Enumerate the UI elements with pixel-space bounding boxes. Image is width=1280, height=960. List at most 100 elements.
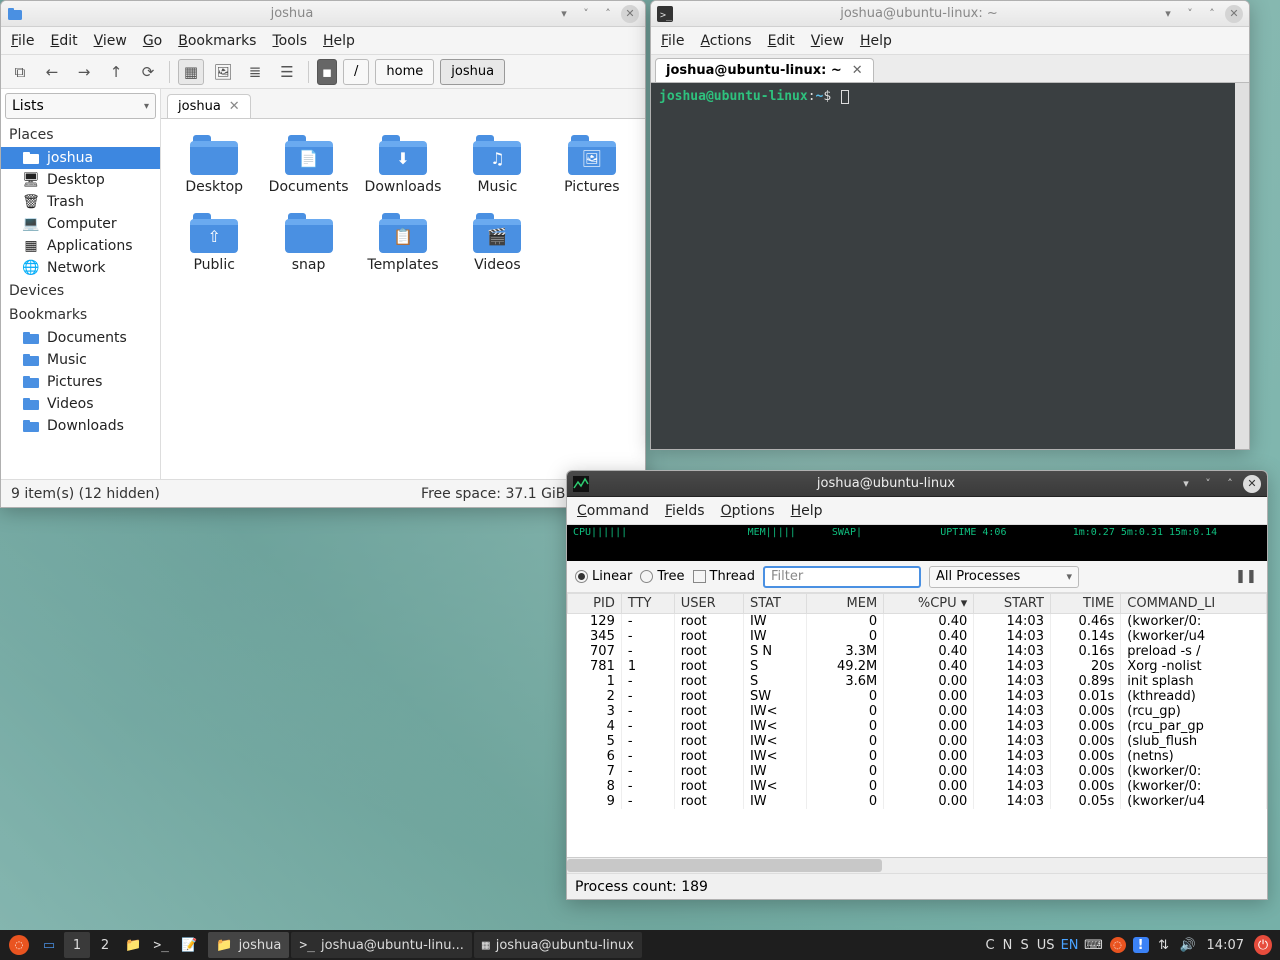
- menu-go[interactable]: Go: [143, 33, 162, 49]
- maximize-button[interactable]: ˄: [1221, 475, 1239, 493]
- sidebar-bookmark-downloads[interactable]: Downloads: [1, 415, 160, 437]
- table-row[interactable]: 2-rootSW00.0014:030.01s(kthreadd): [568, 689, 1267, 704]
- table-row[interactable]: 5-rootIW<00.0014:030.00s(slub_flush: [568, 734, 1267, 749]
- network-icon[interactable]: ⇅: [1155, 936, 1173, 954]
- folder-downloads[interactable]: ⬇Downloads: [360, 135, 446, 195]
- minimize-button[interactable]: ˅: [1181, 5, 1199, 23]
- show-desktop-button[interactable]: ▭: [36, 932, 62, 958]
- workspace-2[interactable]: 2: [92, 932, 118, 958]
- menu-bookmarks[interactable]: Bookmarks: [178, 33, 256, 49]
- col-mem[interactable]: MEM: [807, 594, 884, 614]
- view-linear-radio[interactable]: Linear: [575, 569, 632, 584]
- table-row[interactable]: 1-rootS3.6M0.0014:030.89sinit splash: [568, 674, 1267, 689]
- sidebar-mode-dropdown[interactable]: Lists▾: [5, 93, 156, 119]
- close-icon[interactable]: ✕: [852, 63, 863, 78]
- table-row[interactable]: 7811rootS49.2M0.4014:0320sXorg -nolist: [568, 659, 1267, 674]
- col-stat[interactable]: STAT: [743, 594, 807, 614]
- folder-templates[interactable]: 📋Templates: [360, 213, 446, 273]
- minimize-button[interactable]: ˅: [577, 5, 595, 23]
- launcher-editor[interactable]: 📝: [176, 932, 202, 958]
- menu-file[interactable]: File: [661, 33, 684, 49]
- keyboard-icon[interactable]: ⌨: [1085, 936, 1103, 954]
- view-thread-check[interactable]: Thread: [693, 569, 755, 584]
- maximize-button[interactable]: ˄: [599, 5, 617, 23]
- terminal-body[interactable]: joshua@ubuntu-linux:~$: [651, 83, 1249, 449]
- sidebar-item-desktop[interactable]: 🖥Desktop: [1, 169, 160, 191]
- forward-button[interactable]: →: [71, 59, 97, 85]
- process-table[interactable]: PIDTTYUSERSTATMEM%CPU ▾STARTTIMECOMMAND_…: [567, 593, 1267, 857]
- launcher-terminal[interactable]: >_: [148, 932, 174, 958]
- term-tab[interactable]: joshua@ubuntu-linux: ~ ✕: [655, 58, 874, 82]
- table-row[interactable]: 6-rootIW<00.0014:030.00s(netns): [568, 749, 1267, 764]
- menu-view[interactable]: View: [94, 33, 127, 49]
- table-row[interactable]: 3-rootIW<00.0014:030.00s(rcu_gp): [568, 704, 1267, 719]
- volume-icon[interactable]: 🔊: [1179, 936, 1197, 954]
- term-titlebar[interactable]: >_ joshua@ubuntu-linux: ~ ▾ ˅ ˄ ✕: [651, 1, 1249, 27]
- menu-command[interactable]: Command: [577, 503, 649, 519]
- sidebar-item-joshua[interactable]: joshua: [1, 147, 160, 169]
- shade-button[interactable]: ▾: [555, 5, 573, 23]
- close-icon[interactable]: ✕: [229, 99, 240, 114]
- notification-icon[interactable]: !: [1133, 937, 1149, 953]
- menu-tools[interactable]: Tools: [272, 33, 307, 49]
- fm-titlebar[interactable]: joshua ▾ ˅ ˄ ✕: [1, 1, 645, 27]
- path-current[interactable]: joshua: [440, 59, 505, 85]
- reload-button[interactable]: ⟳: [135, 59, 161, 85]
- launcher-files[interactable]: 📁: [120, 932, 146, 958]
- proc-titlebar[interactable]: joshua@ubuntu-linux ▾ ˅ ˄ ✕: [567, 471, 1267, 497]
- h-scrollbar[interactable]: [567, 857, 1267, 873]
- sidebar-bookmark-videos[interactable]: Videos: [1, 393, 160, 415]
- table-row[interactable]: 9-rootIW00.0014:030.05s(kworker/u4: [568, 794, 1267, 809]
- workspace-1[interactable]: 1: [64, 932, 90, 958]
- folder-music[interactable]: ♫Music: [454, 135, 540, 195]
- update-icon[interactable]: ◌: [1109, 936, 1127, 954]
- sidebar-bookmark-pictures[interactable]: Pictures: [1, 371, 160, 393]
- folder-documents[interactable]: 📄Documents: [265, 135, 351, 195]
- pause-button[interactable]: ❚❚: [1233, 564, 1259, 590]
- fm-icon-view[interactable]: Desktop📄Documents⬇Downloads♫Music🖼Pictur…: [161, 119, 645, 479]
- start-button[interactable]: ◌: [4, 932, 34, 958]
- table-row[interactable]: 7-rootIW00.0014:030.00s(kworker/0:: [568, 764, 1267, 779]
- col-cpu[interactable]: %CPU ▾: [884, 594, 974, 614]
- col-tty[interactable]: TTY: [621, 594, 674, 614]
- process-filter-combo[interactable]: All Processes: [929, 566, 1079, 588]
- menu-help[interactable]: Help: [860, 33, 892, 49]
- table-row[interactable]: 345-rootIW00.4014:030.14s(kworker/u4: [568, 629, 1267, 644]
- menu-actions[interactable]: Actions: [700, 33, 751, 49]
- table-row[interactable]: 8-rootIW<00.0014:030.00s(kworker/0:: [568, 779, 1267, 794]
- new-tab-button[interactable]: ⧉: [7, 59, 33, 85]
- scrollbar[interactable]: [1235, 83, 1249, 449]
- folder-pictures[interactable]: 🖼Pictures: [549, 135, 635, 195]
- table-row[interactable]: 4-rootIW<00.0014:030.00s(rcu_par_gp: [568, 719, 1267, 734]
- menu-help[interactable]: Help: [791, 503, 823, 519]
- list-view-button[interactable]: ☰: [274, 59, 300, 85]
- path-home[interactable]: home: [375, 59, 434, 85]
- sidebar-item-applications[interactable]: ▦Applications: [1, 235, 160, 257]
- path-root[interactable]: /: [343, 59, 369, 85]
- task-folder[interactable]: 📁joshua: [208, 932, 289, 958]
- sidebar-bookmark-music[interactable]: Music: [1, 349, 160, 371]
- col-pid[interactable]: PID: [568, 594, 622, 614]
- fm-tab[interactable]: joshua ✕: [167, 94, 251, 118]
- sidebar-bookmark-documents[interactable]: Documents: [1, 327, 160, 349]
- menu-edit[interactable]: Edit: [768, 33, 795, 49]
- menu-view[interactable]: View: [811, 33, 844, 49]
- menu-options[interactable]: Options: [721, 503, 775, 519]
- folder-snap[interactable]: snap: [265, 213, 351, 273]
- task-proc[interactable]: ▦joshua@ubuntu-linux: [474, 932, 642, 958]
- sidebar-item-network[interactable]: 🌐Network: [1, 257, 160, 279]
- path-root-icon[interactable]: ▪: [317, 59, 337, 85]
- sidebar-item-trash[interactable]: 🗑Trash: [1, 191, 160, 213]
- col-time[interactable]: TIME: [1050, 594, 1120, 614]
- back-button[interactable]: ←: [39, 59, 65, 85]
- minimize-button[interactable]: ˅: [1199, 475, 1217, 493]
- thumb-view-button[interactable]: 🖼: [210, 59, 236, 85]
- shade-button[interactable]: ▾: [1159, 5, 1177, 23]
- maximize-button[interactable]: ˄: [1203, 5, 1221, 23]
- clock[interactable]: 14:07: [1203, 936, 1248, 954]
- up-button[interactable]: ↑: [103, 59, 129, 85]
- indicator-cns[interactable]: C N S: [985, 936, 1030, 954]
- table-row[interactable]: 129-rootIW00.4014:030.46s(kworker/0:: [568, 614, 1267, 630]
- sidebar-item-computer[interactable]: 💻Computer: [1, 213, 160, 235]
- col-start[interactable]: START: [974, 594, 1051, 614]
